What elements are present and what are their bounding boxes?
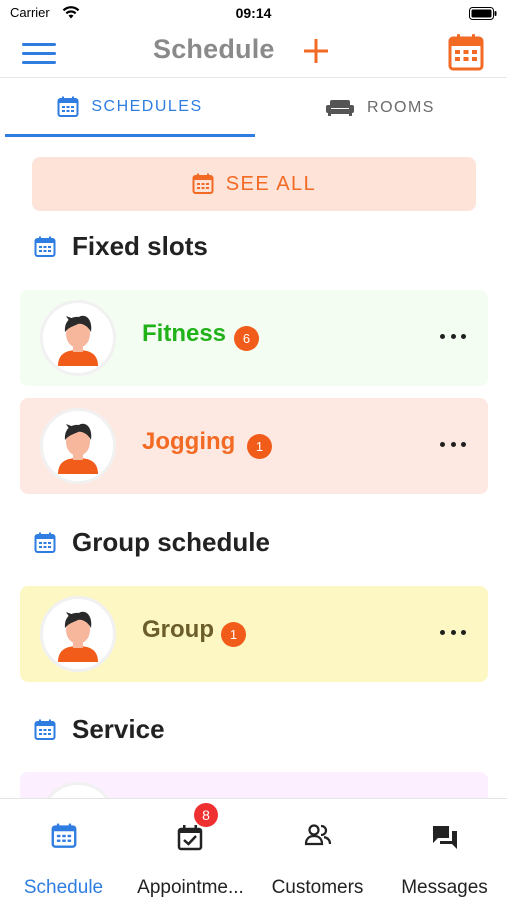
tab-label: ROOMS — [367, 99, 435, 116]
nav-item-appointments[interactable]: 8 Appointme... — [127, 799, 254, 900]
sofa-icon — [326, 100, 355, 116]
section-header-fixed-slots: Fixed slots — [34, 231, 208, 262]
count-badge: 6 — [234, 326, 259, 351]
person-avatar-icon — [58, 315, 98, 366]
menu-icon-bar — [22, 51, 56, 55]
clock: 09:14 — [235, 5, 272, 21]
count-badge: 1 — [221, 622, 246, 647]
tab-rooms[interactable]: ROOMS — [255, 79, 505, 137]
calendar-icon — [51, 823, 76, 848]
nav-item-messages[interactable]: Messages — [381, 799, 507, 900]
section-title: Service — [72, 714, 165, 744]
avatar — [40, 408, 116, 484]
people-icon — [304, 824, 331, 846]
nav-label: Customers — [271, 877, 364, 898]
nav-item-schedule[interactable]: Schedule — [0, 799, 127, 900]
calendar-icon[interactable] — [448, 33, 484, 71]
calendar-icon — [34, 532, 56, 553]
menu-icon-bar — [22, 42, 56, 46]
tab-label: SCHEDULES — [91, 97, 203, 115]
status-bar: Carrier 09:14 — [0, 0, 507, 30]
schedule-card-jogging[interactable]: Jogging 1 — [20, 398, 488, 494]
card-name: Jogging — [142, 428, 236, 455]
card-name: Group — [142, 616, 214, 643]
app-header: Schedule — [0, 30, 507, 78]
more-options-icon[interactable] — [440, 326, 466, 346]
count-badge: 1 — [247, 434, 272, 459]
person-avatar-icon — [58, 611, 98, 662]
section-header-group-schedule: Group schedule — [34, 527, 270, 558]
section-title: Group schedule — [72, 527, 270, 557]
schedule-card-group[interactable]: Group 1 — [20, 586, 488, 682]
plus-icon[interactable] — [300, 35, 332, 67]
see-all-button[interactable]: SEE ALL — [32, 157, 476, 211]
person-avatar-icon — [58, 423, 98, 474]
card-name: Fitness — [142, 320, 227, 347]
notification-badge: 8 — [194, 803, 218, 827]
calendar-icon — [34, 236, 56, 257]
section-header-service: Service — [34, 714, 165, 745]
avatar — [40, 300, 116, 376]
nav-label: Appointme... — [137, 877, 244, 898]
menu-button[interactable] — [22, 38, 60, 68]
nav-item-customers[interactable]: Customers — [254, 799, 381, 900]
nav-label: Messages — [401, 877, 488, 898]
tab-schedules[interactable]: SCHEDULES — [5, 79, 255, 137]
more-options-icon[interactable] — [440, 622, 466, 642]
calendar-icon — [57, 96, 79, 117]
chat-icon — [432, 826, 457, 849]
battery-icon — [469, 7, 497, 20]
schedule-card-fitness[interactable]: Fitness 6 — [20, 290, 488, 386]
calendar-icon — [192, 173, 214, 194]
avatar — [40, 596, 116, 672]
bottom-nav: Schedule 8 Appointme... Customers Messag… — [0, 798, 507, 900]
calendar-icon — [34, 719, 56, 740]
more-options-icon[interactable] — [440, 434, 466, 454]
tab-bar: SCHEDULES ROOMS — [0, 79, 507, 137]
calendar-check-icon — [177, 825, 202, 851]
page-title: Schedule — [153, 34, 275, 64]
menu-icon-bar — [22, 60, 56, 64]
section-title: Fixed slots — [72, 231, 208, 261]
nav-label: Schedule — [23, 877, 104, 898]
see-all-label: SEE ALL — [225, 172, 317, 195]
